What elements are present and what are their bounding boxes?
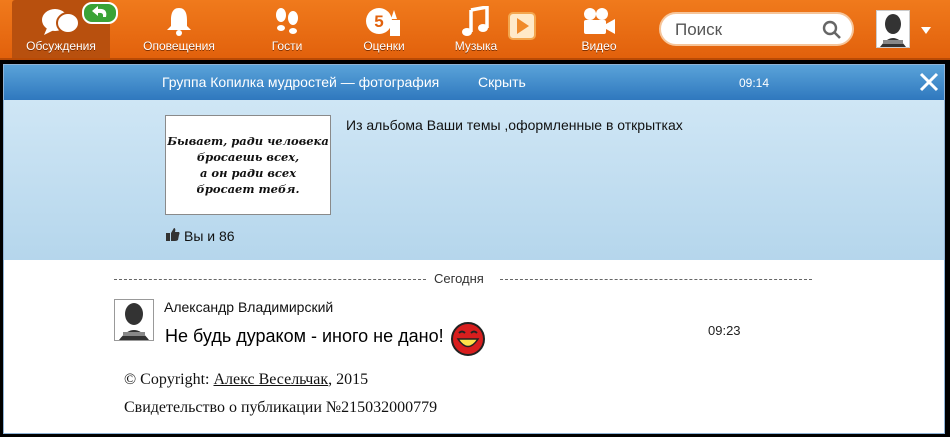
- search-icon[interactable]: [822, 20, 842, 45]
- chevron-down-icon[interactable]: [920, 22, 932, 40]
- video-camera-icon: [581, 6, 617, 41]
- nav-label: Обсуждения: [26, 39, 96, 53]
- notification-card: Группа Копилка мудростей — фотография Ск…: [3, 64, 945, 434]
- comment-time: 09:23: [708, 323, 741, 338]
- hide-link[interactable]: Скрыть: [478, 74, 526, 90]
- nav-label: Видео: [581, 39, 617, 53]
- rating-badge-number: 5: [374, 12, 383, 31]
- chat-bubbles-icon: [39, 6, 83, 41]
- user-avatar[interactable]: [876, 10, 910, 48]
- divider: [114, 279, 426, 280]
- notification-header: Группа Копилка мудростей — фотография Ск…: [4, 65, 944, 100]
- nav-ratings[interactable]: 5 Оценки: [352, 0, 416, 58]
- date-separator-label: Сегодня: [434, 271, 484, 286]
- avatar-portrait-icon: [880, 14, 906, 47]
- photo-quote-line: Бывает, ради человека: [167, 134, 329, 148]
- footprints-icon: [272, 6, 302, 41]
- nav-video[interactable]: Видео: [566, 0, 632, 58]
- back-arrow-button[interactable]: [82, 2, 118, 24]
- laughing-smiley-icon: [450, 321, 486, 362]
- nav-label: Гости: [271, 39, 303, 53]
- nav-label: Музыка: [454, 39, 498, 53]
- likes-summary[interactable]: Вы и 86: [165, 227, 235, 245]
- photo-quote-line: а он ради всех: [199, 166, 297, 180]
- bell-icon: [165, 6, 193, 41]
- play-video-button[interactable]: [508, 12, 536, 40]
- nav-label: Оповещения: [143, 39, 215, 53]
- search-box[interactable]: [659, 12, 854, 46]
- photo-thumbnail[interactable]: Бывает, ради человека бросаешь всех, а о…: [165, 115, 331, 215]
- music-note-icon: [461, 4, 491, 43]
- group-title-link[interactable]: Группа Копилка мудростей — фотография: [162, 74, 439, 90]
- play-icon: [517, 18, 529, 34]
- avatar-portrait-icon: [119, 303, 149, 340]
- nav-guests[interactable]: Гости: [250, 0, 324, 58]
- copyright-year: , 2015: [328, 371, 369, 388]
- notification-panel: Группа Копилка мудростей — фотография Ск…: [0, 62, 950, 437]
- copyright-prefix: © Copyright:: [124, 371, 214, 388]
- copyright-line: © Copyright: Алекс Весельчак, 2015: [124, 371, 368, 389]
- likes-text: Вы и 86: [184, 228, 235, 244]
- photo-section: Бывает, ради человека бросаешь всех, а о…: [4, 100, 944, 260]
- photo-quote-line: бросаешь всех,: [196, 150, 300, 164]
- date-separator: Сегодня: [114, 271, 814, 287]
- photo-quote-line: бросает тебя.: [196, 182, 300, 196]
- comment-text: Не будь дураком - иного не дано!: [165, 326, 444, 346]
- album-text: Из альбома Ваши темы ,оформленные в откр…: [346, 117, 683, 133]
- close-icon[interactable]: [918, 69, 940, 95]
- top-navigation-bar: Обсуждения Оповещения Гости 5 Оценки Муз…: [0, 0, 950, 60]
- divider: [500, 279, 812, 280]
- rating-five-icon: 5: [364, 6, 404, 43]
- copyright-author-link[interactable]: Алекс Весельчак: [214, 371, 329, 388]
- thumbs-up-icon: [165, 227, 181, 245]
- nav-notifications[interactable]: Оповещения: [133, 0, 225, 58]
- nav-label: Оценки: [363, 39, 405, 53]
- comment-author-name[interactable]: Александр Владимирский: [164, 299, 333, 315]
- comment-author-avatar[interactable]: [114, 299, 154, 341]
- publication-certificate: Свидетельство о публикации №215032000779: [124, 399, 438, 416]
- back-arrow-icon: [92, 6, 107, 17]
- nav-music[interactable]: Музыка: [444, 0, 508, 58]
- notification-time: 09:14: [739, 76, 770, 90]
- search-input[interactable]: [675, 20, 815, 40]
